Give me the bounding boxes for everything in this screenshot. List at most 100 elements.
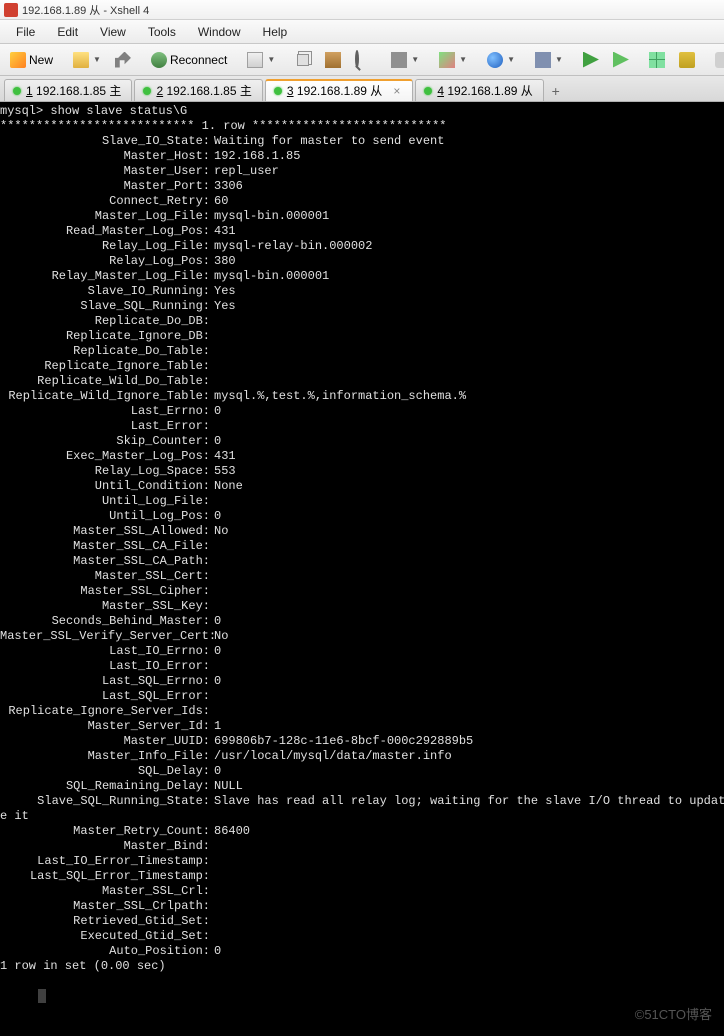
terminal-line: Replicate_Do_DB:: [0, 314, 724, 329]
terminal-line: Until_Condition:None: [0, 479, 724, 494]
terminal-line: Read_Master_Log_Pos:431: [0, 224, 724, 239]
terminal-line: Relay_Log_Space:553: [0, 464, 724, 479]
terminal-line: Master_SSL_Crlpath:: [0, 899, 724, 914]
terminal-line: Master_Server_Id:1: [0, 719, 724, 734]
menu-edit[interactable]: Edit: [47, 22, 88, 42]
terminal-line: Slave_IO_Running:Yes: [0, 284, 724, 299]
print-button[interactable]: ▼: [385, 48, 425, 72]
paste-icon: [325, 52, 341, 68]
terminal-line: Relay_Log_Pos:380: [0, 254, 724, 269]
play-button[interactable]: [577, 48, 605, 72]
menu-file[interactable]: File: [6, 22, 45, 42]
color-icon: [439, 52, 455, 68]
terminal-line: mysql> show slave status\G: [0, 104, 724, 119]
terminal-line: Master_SSL_Cert:: [0, 569, 724, 584]
terminal[interactable]: mysql> show slave status\G**************…: [0, 102, 724, 1036]
terminal-line: Replicate_Wild_Do_Table:: [0, 374, 724, 389]
terminal-line: Slave_IO_State:Waiting for master to sen…: [0, 134, 724, 149]
new-button[interactable]: New: [4, 48, 59, 72]
play2-button[interactable]: [607, 48, 635, 72]
terminal-line: *************************** 1. row *****…: [0, 119, 724, 134]
lock-button[interactable]: [673, 48, 701, 72]
terminal-line: Master_Port:3306: [0, 179, 724, 194]
copy-icon: [297, 54, 309, 66]
status-dot-icon: [274, 87, 282, 95]
terminal-line: Master_Bind:: [0, 839, 724, 854]
terminal-line: Master_SSL_Cipher:: [0, 584, 724, 599]
menu-help[interactable]: Help: [253, 22, 298, 42]
terminal-line: Master_Host:192.168.1.85: [0, 149, 724, 164]
grid-button[interactable]: [643, 48, 671, 72]
terminal-line: Last_Error:: [0, 419, 724, 434]
search-button[interactable]: [349, 48, 377, 72]
app-icon: [4, 3, 18, 17]
terminal-line: Master_User:repl_user: [0, 164, 724, 179]
paste-button[interactable]: [319, 48, 347, 72]
doc-button[interactable]: ▼: [241, 48, 281, 72]
reconnect-button[interactable]: Reconnect: [145, 48, 233, 72]
chat-button[interactable]: [709, 48, 724, 72]
link-icon: [115, 52, 131, 68]
session-tab-4[interactable]: 4 192.168.1.89 从: [415, 79, 543, 101]
terminal-line: Auto_Position:0: [0, 944, 724, 959]
tool-button[interactable]: ▼: [529, 48, 569, 72]
chevron-down-icon: ▼: [93, 55, 101, 64]
menu-window[interactable]: Window: [188, 22, 251, 42]
terminal-line: 1 row in set (0.00 sec): [0, 959, 724, 974]
terminal-line: Master_Retry_Count:86400: [0, 824, 724, 839]
terminal-line: Replicate_Do_Table:: [0, 344, 724, 359]
toolbar: New ▼ Reconnect ▼ ▼ ▼ ▼ ▼ ?: [0, 44, 724, 76]
menu-tools[interactable]: Tools: [138, 22, 186, 42]
open-button[interactable]: ▼: [67, 48, 107, 72]
window-titlebar: 192.168.1.89 从 - Xshell 4: [0, 0, 724, 20]
terminal-line: Retrieved_Gtid_Set:: [0, 914, 724, 929]
session-tab-2[interactable]: 2 192.168.1.85 主: [134, 79, 262, 101]
terminal-line: Connect_Retry:60: [0, 194, 724, 209]
status-dot-icon: [13, 87, 21, 95]
chevron-down-icon: ▼: [507, 55, 515, 64]
status-dot-icon: [424, 87, 432, 95]
terminal-line: Relay_Log_File:mysql-relay-bin.000002: [0, 239, 724, 254]
terminal-line: Last_IO_Error_Timestamp:: [0, 854, 724, 869]
printer-icon: [391, 52, 407, 68]
chevron-down-icon: ▼: [555, 55, 563, 64]
menu-view[interactable]: View: [90, 22, 136, 42]
terminal-line: Master_SSL_CA_File:: [0, 539, 724, 554]
terminal-line: Slave_SQL_Running_State:Slave has read a…: [0, 794, 724, 809]
tabbar: 1 192.168.1.85 主2 192.168.1.85 主3 192.16…: [0, 76, 724, 102]
terminal-line: Master_UUID:699806b7-128c-11e6-8bcf-000c…: [0, 734, 724, 749]
play-icon: [613, 52, 629, 68]
chevron-down-icon: ▼: [411, 55, 419, 64]
terminal-prompt: [0, 989, 724, 1004]
terminal-line: Last_Errno:0: [0, 404, 724, 419]
play-icon: [583, 52, 599, 68]
terminal-line: Master_SSL_Verify_Server_Cert:No: [0, 629, 724, 644]
terminal-line: Seconds_Behind_Master:0: [0, 614, 724, 629]
terminal-line: Relay_Master_Log_File:mysql-bin.000001: [0, 269, 724, 284]
add-tab-button[interactable]: +: [546, 81, 566, 101]
cursor-icon: [38, 989, 46, 1003]
new-icon: [10, 52, 26, 68]
watermark: ©51CTO博客: [635, 1007, 712, 1022]
terminal-line: Master_SSL_Allowed:No: [0, 524, 724, 539]
globe-button[interactable]: ▼: [481, 48, 521, 72]
terminal-line: Last_SQL_Error:: [0, 689, 724, 704]
terminal-line: e it: [0, 809, 724, 824]
chat-icon: [715, 52, 724, 68]
color-button[interactable]: ▼: [433, 48, 473, 72]
chevron-down-icon: ▼: [267, 55, 275, 64]
terminal-line: Replicate_Ignore_Server_Ids:: [0, 704, 724, 719]
terminal-line: Replicate_Wild_Ignore_Table:mysql.%,test…: [0, 389, 724, 404]
copy-button[interactable]: [289, 48, 317, 72]
grid-icon: [649, 52, 665, 68]
link-button[interactable]: [109, 48, 137, 72]
status-dot-icon: [143, 87, 151, 95]
close-icon[interactable]: ×: [391, 84, 402, 98]
terminal-line: SQL_Delay:0: [0, 764, 724, 779]
document-icon: [247, 52, 263, 68]
terminal-line: Last_IO_Errno:0: [0, 644, 724, 659]
window-title: 192.168.1.89 从 - Xshell 4: [22, 2, 149, 18]
session-tab-1[interactable]: 1 192.168.1.85 主: [4, 79, 132, 101]
globe-icon: [487, 52, 503, 68]
session-tab-3[interactable]: 3 192.168.1.89 从×: [265, 79, 413, 101]
